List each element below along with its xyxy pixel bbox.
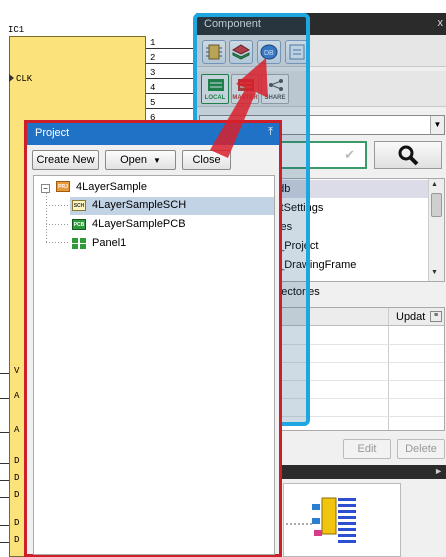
project-icon: PRJ [56,181,70,192]
ic-reference: IC1 [8,25,25,35]
scroll-up-icon[interactable]: ▲ [431,181,438,188]
pin-line [146,48,196,49]
left-pin-line [0,497,9,498]
scroll-down-icon[interactable]: ▼ [431,269,438,276]
open-button[interactable]: Open ▼ [105,150,176,170]
pcb-file-icon: PCB [72,219,86,230]
component-preview [283,483,401,557]
clk-pin-label: CLK [16,74,33,84]
schematic-file-icon: SCH [72,200,86,211]
tree-connector [46,205,68,206]
pin-line [146,108,196,109]
chevron-down-icon: ▼ [153,156,161,165]
pin-number: 5 [150,98,156,108]
pin-letter: V [14,366,20,376]
left-pin-line [0,373,9,374]
create-new-button[interactable]: Create New [32,150,99,170]
tree-node-label: 4LayerSamplePCB [92,218,186,230]
tree-node-label: 4LayerSample [76,181,147,193]
list-scrollbar[interactable]: ▲ ▼ [428,179,444,281]
pin-letter: D [14,456,20,466]
tree-node-schematic[interactable]: SCH 4LayerSampleSCH [70,197,274,215]
left-pin-line [0,398,9,399]
delete-button[interactable]: Delete [397,439,445,459]
column-filter-icon[interactable]: ≡ [430,311,442,322]
check-icon: ✔ [344,147,355,162]
project-panel-titlebar[interactable]: Project ⤒ [27,123,279,145]
pin-icon[interactable]: ⤒ [268,126,273,139]
pin-number: 3 [150,68,156,78]
left-pin-line [0,432,9,433]
panel-file-icon [72,238,86,249]
open-button-label: Open [120,154,147,166]
pin-line [146,93,196,94]
tree-connector [46,193,47,242]
pin-letter: D [14,490,20,500]
search-button[interactable] [374,141,442,169]
left-pin-line [0,525,9,526]
update-column-header[interactable]: Updat [396,311,425,323]
clock-pin-marker [9,74,14,82]
chevron-down-icon[interactable]: ▼ [430,116,444,134]
edit-button[interactable]: Edit [343,439,391,459]
pin-letter: A [14,425,20,435]
close-button[interactable]: Close [182,150,231,170]
tree-node-panel[interactable]: Panel1 [70,235,190,253]
tree-connector [46,242,68,243]
collapse-icon[interactable]: − [41,184,50,193]
pin-letter: D [14,518,20,528]
scrollbar-thumb[interactable] [431,193,442,217]
pin-letter: D [14,535,20,545]
left-pin-line [0,480,9,481]
tree-node-pcb[interactable]: PCB 4LayerSamplePCB [70,216,250,234]
project-panel: Project ⤒ Create New Open ▼ Close − PRJ 4… [24,120,282,557]
search-icon [398,145,419,166]
close-icon[interactable]: x [438,17,444,29]
column-divider [388,308,389,430]
pin-number: 1 [150,38,156,48]
project-tree[interactable]: − PRJ 4LayerSample SCH 4LayerSampleSCH P… [33,175,275,555]
pin-number: 4 [150,83,156,93]
chevron-right-icon[interactable]: ► [434,466,443,476]
left-pin-line [0,542,9,543]
left-pin-line [0,463,9,464]
pin-line [146,78,196,79]
project-panel-title: Project [35,127,70,139]
pin-number: 2 [150,53,156,63]
tree-node-label: 4LayerSampleSCH [92,199,187,211]
pin-letter: D [14,473,20,483]
tree-connector [46,224,68,225]
tree-node-project[interactable]: PRJ 4LayerSample [54,179,194,197]
footprint-preview-graphic [286,497,356,543]
pin-letter: A [14,391,20,401]
tree-node-label: Panel1 [92,237,127,249]
pin-line [146,63,196,64]
